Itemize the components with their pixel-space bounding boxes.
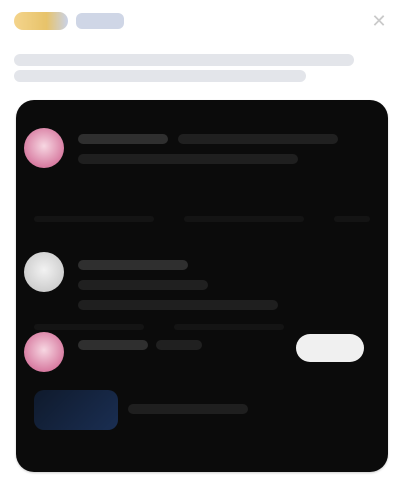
post-meta [78,280,208,290]
post-text [78,154,298,164]
avatar [24,252,64,292]
top-header: ✕ [0,0,400,44]
action-bar [34,324,144,330]
action-bar [174,324,284,330]
post-meta [178,134,338,144]
post-author-name [78,340,148,350]
post-author-name [78,134,168,144]
action-bar [34,216,154,222]
headline-line [14,54,354,66]
embedded-feed-card [16,100,388,472]
headline [14,50,354,86]
post-actions [34,324,370,334]
close-icon[interactable]: ✕ [368,10,390,32]
headline-line [14,70,307,82]
avatar [24,128,64,168]
action-bar [334,216,370,222]
post-actions [34,216,370,226]
brand-logo[interactable] [14,10,124,32]
post-author-name [78,260,188,270]
action-bar [184,216,304,222]
avatar [24,332,64,372]
post-text [128,404,248,414]
post-text [78,300,278,310]
post-meta [156,340,202,350]
brand-mark [14,12,68,30]
follow-button[interactable] [296,334,364,362]
media-thumbnail[interactable] [34,390,118,430]
brand-wordmark [76,13,124,29]
